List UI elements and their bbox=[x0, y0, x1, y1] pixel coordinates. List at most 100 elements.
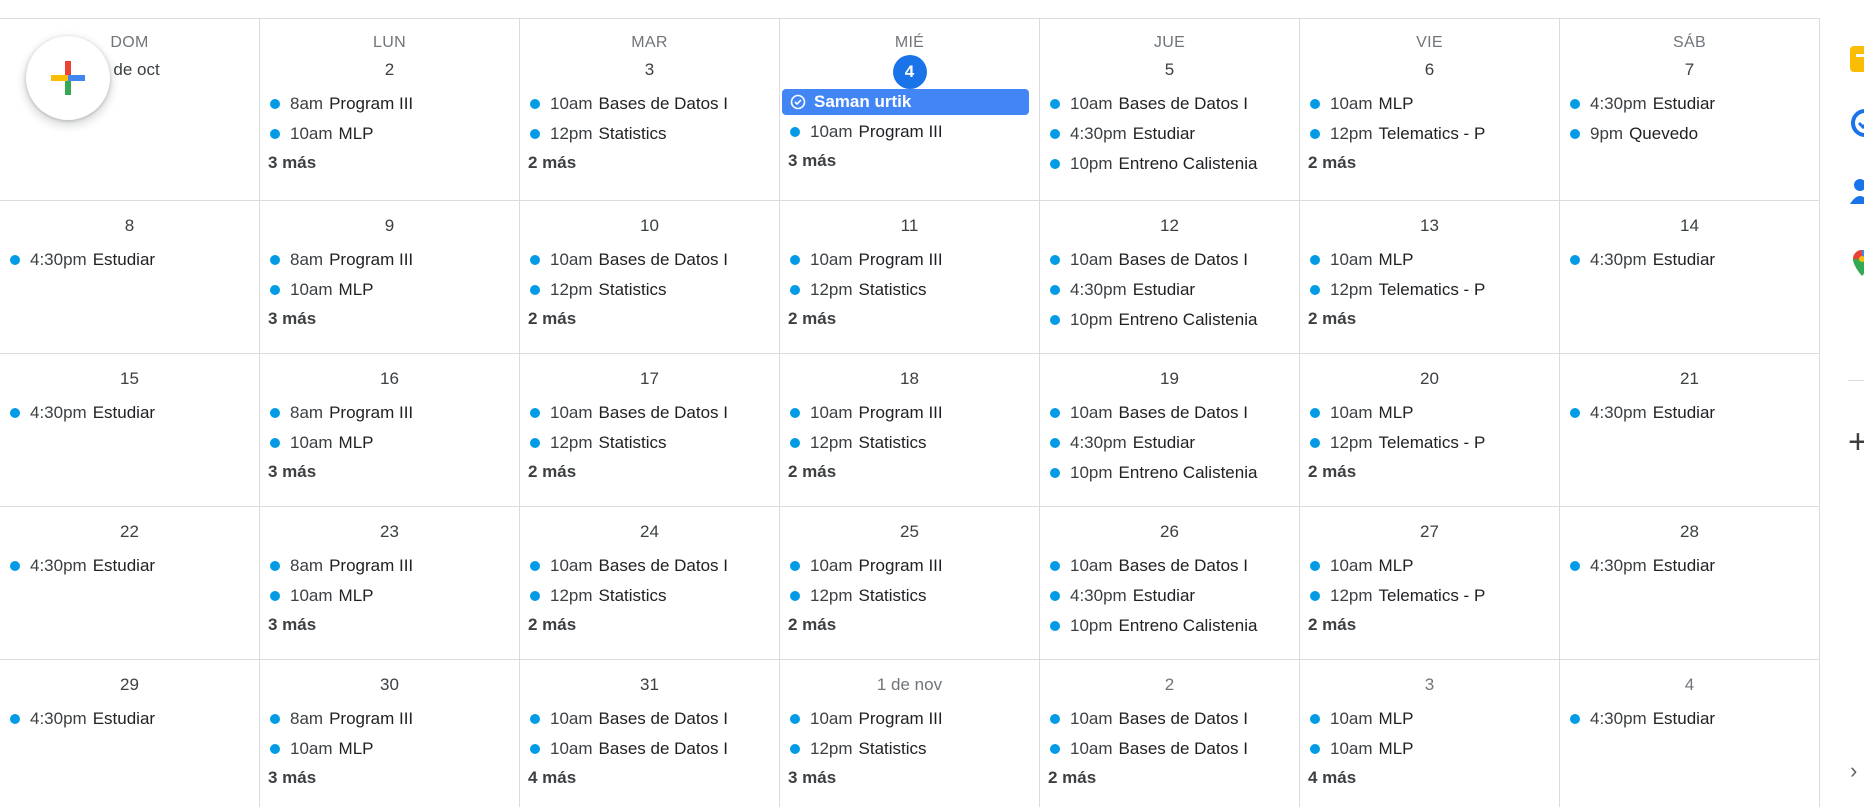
day-cell[interactable]: MIÉ 4 Saman urtik 10am Program III 3 más bbox=[780, 19, 1040, 201]
more-events-link[interactable]: 3 más bbox=[260, 305, 519, 333]
event-item[interactable]: 10am MLP bbox=[1300, 398, 1559, 428]
date-label[interactable]: 4 bbox=[892, 55, 927, 89]
more-events-link[interactable]: 2 más bbox=[1300, 458, 1559, 486]
date-label[interactable]: 15 bbox=[113, 364, 147, 394]
day-cell[interactable]: 20 10am MLP 12pm Telematics - P 2 más bbox=[1300, 354, 1560, 507]
date-label[interactable]: 18 bbox=[893, 364, 927, 394]
task-chip[interactable]: Saman urtik bbox=[782, 89, 1029, 115]
event-item[interactable]: 4:30pm Estudiar bbox=[0, 551, 259, 581]
event-item[interactable]: 4:30pm Estudiar bbox=[0, 398, 259, 428]
day-cell[interactable]: 30 8am Program III 10am MLP 3 más bbox=[260, 660, 520, 807]
day-cell[interactable]: 12 10am Bases de Datos I 4:30pm Estudiar 10pm… bbox=[1040, 201, 1300, 354]
event-item[interactable]: 12pm Statistics bbox=[780, 734, 1039, 764]
event-item[interactable]: 12pm Statistics bbox=[780, 275, 1039, 305]
day-cell[interactable]: 22 4:30pm Estudiar bbox=[0, 507, 260, 660]
event-item[interactable]: 8am Program III bbox=[260, 89, 519, 119]
day-cell[interactable]: 1 de nov 10am Program III 12pm Statistics 3 m… bbox=[780, 660, 1040, 807]
date-label[interactable]: 13 bbox=[1413, 211, 1447, 241]
event-item[interactable]: 10am MLP bbox=[1300, 734, 1559, 764]
event-item[interactable]: 4:30pm Estudiar bbox=[1560, 89, 1819, 119]
event-item[interactable]: 12pm Telematics - P bbox=[1300, 119, 1559, 149]
day-cell[interactable]: VIE 6 10am MLP 12pm Telematics - P 2 más bbox=[1300, 19, 1560, 201]
contacts-icon[interactable] bbox=[1850, 176, 1864, 206]
date-label[interactable]: 4 bbox=[1673, 670, 1707, 700]
more-events-link[interactable]: 2 más bbox=[1300, 611, 1559, 639]
event-item[interactable]: 10am Bases de Datos I bbox=[520, 551, 779, 581]
event-item[interactable]: 10am Program III bbox=[780, 551, 1039, 581]
more-events-link[interactable]: 2 más bbox=[520, 305, 779, 333]
day-cell[interactable]: 29 4:30pm Estudiar bbox=[0, 660, 260, 807]
event-item[interactable]: 10am Program III bbox=[780, 117, 1039, 147]
event-item[interactable]: 8am Program III bbox=[260, 704, 519, 734]
event-item[interactable]: 10pm Entreno Calistenia bbox=[1040, 611, 1299, 641]
day-cell[interactable]: 27 10am MLP 12pm Telematics - P 2 más bbox=[1300, 507, 1560, 660]
event-item[interactable]: 4:30pm Estudiar bbox=[1040, 119, 1299, 149]
event-item[interactable]: 10am Program III bbox=[780, 245, 1039, 275]
event-item[interactable]: 10am Bases de Datos I bbox=[520, 245, 779, 275]
more-events-link[interactable]: 3 más bbox=[260, 764, 519, 792]
event-item[interactable]: 4:30pm Estudiar bbox=[1040, 275, 1299, 305]
event-item[interactable]: 10pm Entreno Calistenia bbox=[1040, 149, 1299, 179]
maps-icon[interactable] bbox=[1850, 248, 1864, 278]
event-item[interactable]: 10pm Entreno Calistenia bbox=[1040, 305, 1299, 335]
event-item[interactable]: 10am MLP bbox=[1300, 89, 1559, 119]
add-addon-icon[interactable]: + bbox=[1848, 425, 1864, 459]
more-events-link[interactable]: 3 más bbox=[780, 764, 1039, 792]
date-label[interactable]: 9 bbox=[373, 211, 407, 241]
more-events-link[interactable]: 2 más bbox=[1040, 764, 1299, 792]
day-cell[interactable]: 24 10am Bases de Datos I 12pm Statistics 2 má… bbox=[520, 507, 780, 660]
date-label[interactable]: 6 bbox=[1413, 55, 1447, 85]
date-label[interactable]: 1 de nov bbox=[877, 670, 942, 700]
date-label[interactable]: 10 bbox=[633, 211, 667, 241]
event-item[interactable]: 12pm Statistics bbox=[520, 119, 779, 149]
event-item[interactable]: 4:30pm Estudiar bbox=[1040, 581, 1299, 611]
day-cell[interactable]: 18 10am Program III 12pm Statistics 2 más bbox=[780, 354, 1040, 507]
event-item[interactable]: 10am MLP bbox=[260, 119, 519, 149]
event-item[interactable]: 12pm Telematics - P bbox=[1300, 581, 1559, 611]
date-label[interactable]: 31 bbox=[633, 670, 667, 700]
event-item[interactable]: 10pm Entreno Calistenia bbox=[1040, 458, 1299, 488]
date-label[interactable]: 3 bbox=[633, 55, 667, 85]
day-cell[interactable]: MAR 3 10am Bases de Datos I 12pm Statistics 2 … bbox=[520, 19, 780, 201]
event-item[interactable]: 10am MLP bbox=[260, 428, 519, 458]
event-item[interactable]: 10am Bases de Datos I bbox=[1040, 551, 1299, 581]
day-cell[interactable]: SÁB 7 4:30pm Estudiar 9pm Quevedo bbox=[1560, 19, 1820, 201]
event-item[interactable]: 10am MLP bbox=[1300, 704, 1559, 734]
date-label[interactable]: 7 bbox=[1673, 55, 1707, 85]
event-item[interactable]: 10am MLP bbox=[260, 734, 519, 764]
date-label[interactable]: 3 bbox=[1413, 670, 1447, 700]
event-item[interactable]: 12pm Statistics bbox=[520, 275, 779, 305]
event-item[interactable]: 12pm Statistics bbox=[780, 428, 1039, 458]
more-events-link[interactable]: 4 más bbox=[1300, 764, 1559, 792]
day-cell[interactable]: 19 10am Bases de Datos I 4:30pm Estudiar 10pm… bbox=[1040, 354, 1300, 507]
day-cell[interactable]: JUE 5 10am Bases de Datos I 4:30pm Estudiar 10… bbox=[1040, 19, 1300, 201]
day-cell[interactable]: 31 10am Bases de Datos I 10am Bases de Datos… bbox=[520, 660, 780, 807]
event-item[interactable]: 8am Program III bbox=[260, 398, 519, 428]
day-cell[interactable]: LUN 2 8am Program III 10am MLP 3 más bbox=[260, 19, 520, 201]
date-label[interactable]: 20 bbox=[1413, 364, 1447, 394]
more-events-link[interactable]: 2 más bbox=[780, 305, 1039, 333]
event-item[interactable]: 4:30pm Estudiar bbox=[1560, 704, 1819, 734]
more-events-link[interactable]: 3 más bbox=[260, 611, 519, 639]
event-item[interactable]: 10am Bases de Datos I bbox=[520, 398, 779, 428]
date-label[interactable]: 17 bbox=[633, 364, 667, 394]
more-events-link[interactable]: 3 más bbox=[260, 149, 519, 177]
event-item[interactable]: 10am MLP bbox=[1300, 551, 1559, 581]
event-item[interactable]: 10am MLP bbox=[1300, 245, 1559, 275]
day-cell[interactable]: 3 10am MLP 10am MLP 4 más bbox=[1300, 660, 1560, 807]
day-cell[interactable]: 26 10am Bases de Datos I 4:30pm Estudiar 10pm… bbox=[1040, 507, 1300, 660]
more-events-link[interactable]: 4 más bbox=[520, 764, 779, 792]
event-item[interactable]: 9pm Quevedo bbox=[1560, 119, 1819, 149]
date-label[interactable]: 24 bbox=[633, 517, 667, 547]
day-cell[interactable]: 10 10am Bases de Datos I 12pm Statistics 2 má… bbox=[520, 201, 780, 354]
event-item[interactable]: 10am Bases de Datos I bbox=[1040, 704, 1299, 734]
day-cell[interactable]: 25 10am Program III 12pm Statistics 2 más bbox=[780, 507, 1040, 660]
event-item[interactable]: 10am MLP bbox=[260, 275, 519, 305]
event-item[interactable]: 10am Bases de Datos I bbox=[520, 704, 779, 734]
date-label[interactable]: 8 bbox=[113, 211, 147, 241]
date-label[interactable]: 11 bbox=[893, 211, 927, 241]
date-label[interactable]: 5 bbox=[1153, 55, 1187, 85]
day-cell[interactable]: 21 4:30pm Estudiar bbox=[1560, 354, 1820, 507]
more-events-link[interactable]: 2 más bbox=[780, 458, 1039, 486]
event-item[interactable]: 4:30pm Estudiar bbox=[0, 704, 259, 734]
